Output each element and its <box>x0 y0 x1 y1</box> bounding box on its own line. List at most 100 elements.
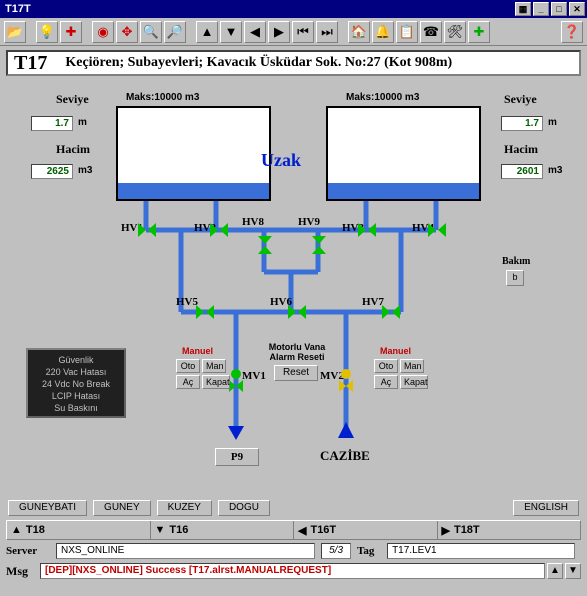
nav-row: ▲ T18 ▼T16 ◀ T16T ▶T18T <box>6 520 581 540</box>
mv1-oto-button[interactable]: Oto <box>176 359 200 373</box>
clipboard-icon[interactable]: 📋 <box>396 21 418 43</box>
minimize-button[interactable]: _ <box>533 2 549 16</box>
config-icon[interactable]: 🛠 <box>444 21 466 43</box>
window-icon-btn[interactable]: ▦ <box>515 2 531 16</box>
station-code: T17 <box>14 52 47 75</box>
hacim-label-1: Hacim <box>56 142 90 157</box>
mv2-ac-button[interactable]: Aç <box>374 375 398 389</box>
region-dogu-button[interactable]: DOGU <box>218 500 270 516</box>
seviye-value-2: 1.7 <box>501 116 543 131</box>
alarm-line-1: Güvenlik <box>30 354 122 366</box>
nav-t18t[interactable]: ▶T18T <box>438 521 581 539</box>
seviye-value-1: 1.7 <box>31 116 73 131</box>
outlet-p9-button[interactable]: P9 <box>215 448 259 466</box>
valve-hv2[interactable] <box>210 223 228 237</box>
region-guney-button[interactable]: GUNEY <box>93 500 151 516</box>
add-icon[interactable]: ✚ <box>468 21 490 43</box>
msg-scroll-down[interactable]: ▼ <box>565 563 581 579</box>
msg-label: Msg <box>6 564 40 579</box>
hv7-label: HV7 <box>362 296 384 308</box>
server-row: Server NXS_ONLINE 5/3 Tag T17.LEV1 <box>6 542 581 560</box>
reset-title-1: Motorlu Vana <box>264 342 330 352</box>
home-icon[interactable]: 🏠 <box>348 21 370 43</box>
nav-left-icon-small: ◀ <box>298 524 306 537</box>
move-icon[interactable]: ✥ <box>116 21 138 43</box>
tag-label: Tag <box>357 545 387 557</box>
motor-valve-mv2[interactable] <box>336 368 356 392</box>
zoom-out-icon[interactable]: 🔎 <box>164 21 186 43</box>
nav-prev-icon[interactable]: ◀ <box>244 21 266 43</box>
mv2-kapat-button[interactable]: Kapat <box>400 375 428 389</box>
target-icon[interactable]: ◉ <box>92 21 114 43</box>
valve-hv4[interactable] <box>428 223 446 237</box>
tag-value: T17.LEV1 <box>387 543 575 559</box>
tank-2 <box>326 106 481 201</box>
server-label: Server <box>6 545 56 557</box>
mv2-man-button[interactable]: Man <box>400 359 424 373</box>
pipe-network <box>6 80 581 498</box>
bulb-icon[interactable]: 💡 <box>36 21 58 43</box>
seviye-unit-2: m <box>548 117 557 128</box>
nav-down-icon[interactable]: ▼ <box>220 21 242 43</box>
open-icon[interactable]: 📂 <box>4 21 26 43</box>
toolbar: 📂 💡 ✚ ◉ ✥ 🔍 🔎 ▲ ▼ ◀ ▶ ⏮ ⏭ 🏠 🔔 📋 ☎ 🛠 ✚ ❓ <box>0 18 587 46</box>
page-header: T17 Keçiören; Subayevleri; Kavacık Üsküd… <box>6 50 581 76</box>
seviye-label-1: Seviye <box>56 92 89 107</box>
nav-t16-label: T16 <box>169 524 188 536</box>
nav-t16t[interactable]: ◀ T16T <box>294 521 438 539</box>
valve-hv5[interactable] <box>196 305 214 319</box>
seviye-label-2: Seviye <box>504 92 537 107</box>
valve-hv1[interactable] <box>138 223 156 237</box>
region-guneybati-button[interactable]: GUNEYBATI <box>8 500 87 516</box>
phone-icon[interactable]: ☎ <box>420 21 442 43</box>
alarm-line-5: Su Baskını <box>30 402 122 414</box>
hv5-label: HV5 <box>176 296 198 308</box>
mv1-man-button[interactable]: Man <box>202 359 226 373</box>
nav-down-icon-small: ▼ <box>155 524 166 536</box>
alarm-reset-button[interactable]: Reset <box>274 365 318 381</box>
nav-up-icon[interactable]: ▲ <box>196 21 218 43</box>
seviye-unit-1: m <box>78 117 87 128</box>
close-button[interactable]: ✕ <box>569 2 585 16</box>
valve-hv9[interactable] <box>312 236 326 254</box>
hv9-label: HV9 <box>298 216 320 228</box>
alarm-panel: Güvenlik 220 Vac Hatası 24 Vdc No Break … <box>26 348 126 418</box>
nav-up-icon-small: ▲ <box>11 524 22 536</box>
nav-right-icon-small: ▶ <box>442 524 450 537</box>
window-titlebar: T17T ▦ _ □ ✕ <box>0 0 587 18</box>
mv2-mode-label: Manuel <box>380 346 411 356</box>
bakim-button[interactable]: b <box>506 270 524 286</box>
region-kuzey-button[interactable]: KUZEY <box>157 500 212 516</box>
page-indicator: 5/3 <box>321 543 351 559</box>
bell-icon[interactable]: 🔔 <box>372 21 394 43</box>
tank-1 <box>116 106 271 201</box>
outlet-cazibe-label: CAZİBE <box>320 448 370 464</box>
mv1-mode-label: Manuel <box>182 346 213 356</box>
valve-hv6[interactable] <box>288 305 306 319</box>
nav-t18[interactable]: ▲ T18 <box>7 521 151 539</box>
valve-hv8[interactable] <box>258 236 272 254</box>
english-button[interactable]: ENGLISH <box>513 500 579 516</box>
help-icon[interactable]: ❓ <box>561 21 583 43</box>
nav-t18-label: T18 <box>26 524 45 536</box>
chart-icon[interactable]: ✚ <box>60 21 82 43</box>
nav-first-icon[interactable]: ⏮ <box>292 21 314 43</box>
mv1-ac-button[interactable]: Aç <box>176 375 200 389</box>
zoom-in-icon[interactable]: 🔍 <box>140 21 162 43</box>
mv1-kapat-button[interactable]: Kapat <box>202 375 230 389</box>
nav-t16[interactable]: ▼T16 <box>151 521 295 539</box>
reset-title-2: Alarm Reseti <box>264 352 330 362</box>
region-row: GUNEYBATI GUNEY KUZEY DOGU ENGLISH <box>0 498 587 518</box>
hacim-unit-1: m3 <box>78 165 92 176</box>
valve-hv3[interactable] <box>358 223 376 237</box>
maks-label-1: Maks:10000 m3 <box>126 92 199 103</box>
nav-last-icon[interactable]: ⏭ <box>316 21 338 43</box>
hacim-label-2: Hacim <box>504 142 538 157</box>
maximize-button[interactable]: □ <box>551 2 567 16</box>
valve-hv7[interactable] <box>382 305 400 319</box>
bakim-label: Bakım <box>502 256 530 267</box>
msg-scroll-up[interactable]: ▲ <box>547 563 563 579</box>
nav-t16t-label: T16T <box>310 524 336 536</box>
nav-next-icon[interactable]: ▶ <box>268 21 290 43</box>
mv2-oto-button[interactable]: Oto <box>374 359 398 373</box>
